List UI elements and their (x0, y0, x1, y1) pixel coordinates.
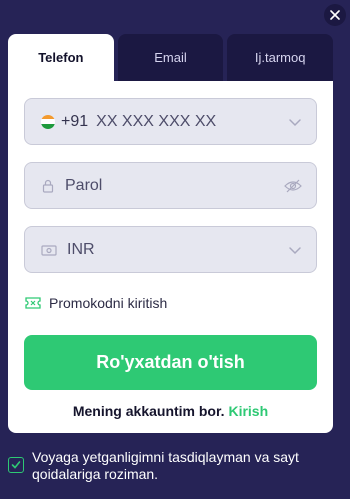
age-agreement: Voyaga yetganligimni tasdiqlayman va say… (8, 449, 338, 483)
tab-social[interactable]: Ij.tarmoq (227, 34, 334, 81)
phone-field[interactable]: +91 (24, 98, 317, 145)
login-prompt: Mening akkauntim bor. (72, 403, 225, 419)
country-code[interactable]: +91 (61, 113, 88, 131)
agreement-checkbox[interactable] (8, 457, 24, 473)
chevron-down-icon[interactable] (288, 115, 302, 129)
currency-value: INR (67, 240, 95, 258)
ticket-icon (25, 297, 41, 309)
currency-select[interactable]: INR (24, 226, 317, 273)
password-field[interactable]: Parol (24, 162, 317, 209)
close-icon (330, 10, 340, 20)
chevron-down-icon[interactable] (288, 243, 302, 257)
promo-code-link[interactable]: Promokodni kiritish (25, 295, 167, 311)
agreement-text: Voyaga yetganligimni tasdiqlayman va say… (32, 449, 299, 482)
tab-email[interactable]: Email (117, 34, 224, 81)
lock-icon (42, 179, 54, 193)
close-button[interactable] (324, 4, 346, 26)
registration-card: +91 Parol INR Promo (8, 81, 333, 433)
login-row: Mening akkauntim bor. Kirish (8, 403, 333, 419)
eye-off-icon[interactable] (284, 179, 302, 193)
tab-telefon[interactable]: Telefon (8, 34, 114, 81)
check-icon (11, 461, 21, 469)
auth-tabs: Telefon Email Ij.tarmoq (8, 34, 334, 81)
promo-label: Promokodni kiritish (49, 295, 168, 311)
login-link[interactable]: Kirish (228, 403, 268, 419)
india-flag-icon (41, 114, 55, 129)
phone-input[interactable] (96, 112, 247, 131)
password-placeholder: Parol (65, 176, 103, 194)
money-icon (41, 244, 57, 256)
register-button[interactable]: Ro'yxatdan o'tish (24, 335, 317, 390)
